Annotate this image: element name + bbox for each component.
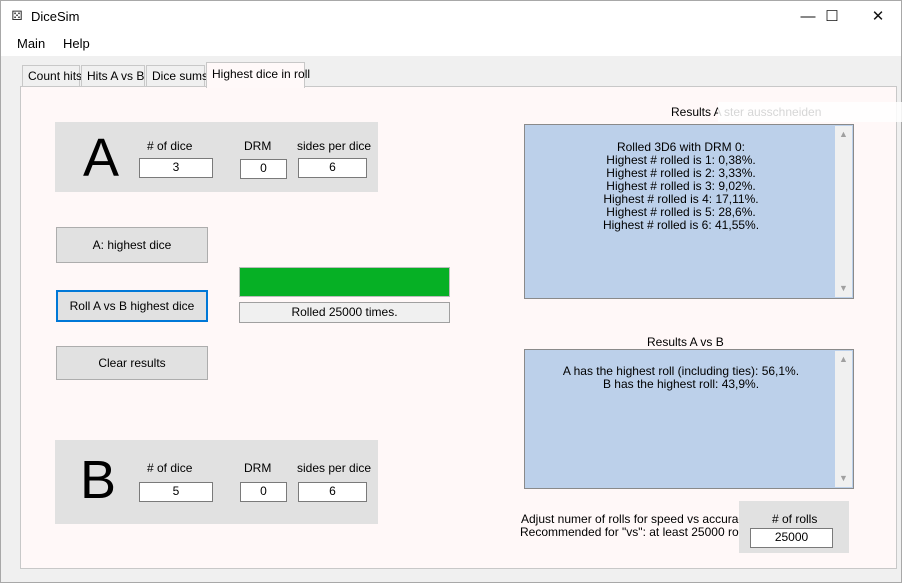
rolls-label: # of rolls	[772, 512, 818, 526]
status-label: Rolled 25000 times.	[239, 302, 450, 323]
results-a-textbox[interactable]: Rolled 3D6 with DRM 0: Highest # rolled …	[524, 124, 854, 299]
panel-b-num-dice-input[interactable]: 5	[139, 482, 213, 502]
rolls-hint-line-2: Recommended for "vs": at least 25000 rol…	[520, 525, 754, 539]
progress-bar-fill	[240, 268, 449, 296]
panel-a-drm-label: DRM	[244, 139, 272, 153]
panel-b-num-dice-label: # of dice	[147, 461, 193, 475]
panel-a-sides-label: sides per dice	[297, 139, 372, 153]
scroll-down-icon[interactable]: ▼	[835, 280, 852, 297]
scroll-up-icon[interactable]: ▲	[835, 126, 852, 143]
maximize-button[interactable]: ☐	[809, 1, 855, 32]
rolls-panel: # of rolls 25000	[739, 501, 849, 553]
tab-count-hits[interactable]: Count hits	[22, 65, 82, 87]
panel-b-drm-label: DRM	[244, 461, 272, 475]
panel-a-num-dice-input[interactable]: 3	[139, 158, 213, 178]
app-window: ⚄ DiceSim — ☐ ✕ Main Help Count hits Hit…	[0, 0, 902, 583]
results-vs-title: Results A vs B	[647, 335, 724, 349]
panel-b-letter: B	[80, 450, 117, 510]
results-a-title: Results A	[671, 105, 722, 119]
results-vs-line: B has the highest roll: 43,9%.	[602, 377, 760, 391]
menu-bar: Main Help	[1, 32, 901, 56]
panel-b-drm-input[interactable]: 0	[240, 482, 287, 502]
scroll-up-icon[interactable]: ▲	[835, 351, 852, 368]
results-a-line: Highest # rolled is 6: 41,55%.	[602, 218, 760, 232]
title-bar[interactable]: ⚄ DiceSim — ☐ ✕	[1, 1, 901, 32]
panel-a-letter: A	[83, 128, 120, 188]
tab-hits-a-vs-b[interactable]: Hits A vs B	[81, 65, 145, 87]
scroll-down-icon[interactable]: ▼	[835, 470, 852, 487]
close-button[interactable]: ✕	[855, 1, 901, 32]
results-vs-scrollbar[interactable]: ▲ ▼	[835, 351, 852, 487]
panel-a-num-dice-label: # of dice	[147, 139, 193, 153]
dice-icon: ⚄	[11, 8, 23, 23]
progress-bar	[239, 267, 450, 297]
clear-results-button[interactable]: Clear results	[56, 346, 208, 380]
panel-b-sides-input[interactable]: 6	[298, 482, 367, 502]
results-a-scrollbar[interactable]: ▲ ▼	[835, 126, 852, 297]
a-highest-dice-button[interactable]: A: highest dice	[56, 227, 208, 263]
menu-main[interactable]: Main	[17, 36, 45, 51]
roll-a-vs-b-button[interactable]: Roll A vs B highest dice	[56, 290, 208, 322]
panel-b-sides-label: sides per dice	[297, 461, 372, 475]
menu-help[interactable]: Help	[63, 36, 90, 51]
window-title: DiceSim	[31, 9, 80, 24]
panel-a: A # of dice 3 DRM 0 sides per dice 6	[55, 122, 378, 192]
panel-a-drm-input[interactable]: 0	[240, 159, 287, 179]
panel-a-sides-input[interactable]: 6	[298, 158, 367, 178]
results-vs-textbox[interactable]: A has the highest roll (including ties):…	[524, 349, 854, 489]
tab-highest-dice-in-roll[interactable]: Highest dice in roll	[206, 62, 310, 88]
ghost-tooltip: ster ausschneiden	[718, 102, 902, 122]
panel-b: B # of dice 5 DRM 0 sides per dice 6	[55, 440, 378, 524]
rolls-input[interactable]: 25000	[750, 528, 833, 548]
tab-dice-sums[interactable]: Dice sums	[146, 65, 208, 87]
